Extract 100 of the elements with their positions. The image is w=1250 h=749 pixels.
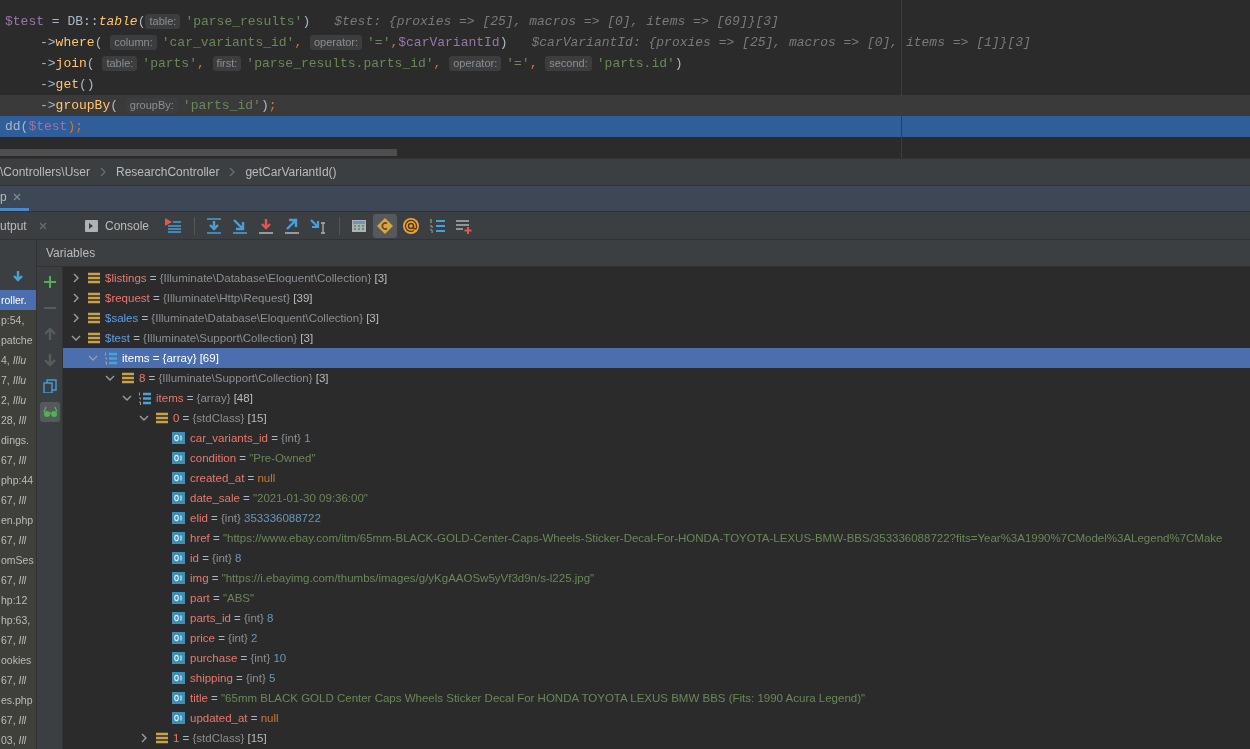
variable-row[interactable]: car_variants_id = {int} 1 (63, 428, 1250, 448)
step-out-icon (283, 216, 302, 235)
inline-debug-value: $carVariantId: {proxies => [25], macros => [0], items => [1]}[3] (531, 35, 1031, 50)
console-tab[interactable]: Console (85, 218, 150, 233)
code-text: ->groupBy( (40, 98, 120, 113)
breadcrumb-item[interactable]: \Controllers\User (0, 165, 91, 179)
stack-frame[interactable]: es.php (0, 690, 36, 710)
variable-entry: updated_at = null (190, 712, 279, 724)
variable-row[interactable]: created_at = null (63, 468, 1250, 488)
breadcrumb-item[interactable]: ResearchController (116, 165, 220, 179)
code-text: 'parts_id'); (182, 98, 277, 113)
numbered-list-icon (138, 391, 152, 405)
variable-row[interactable]: price = {int} 2 (63, 628, 1250, 648)
object-icon (87, 331, 101, 345)
variable-row[interactable]: updated_at = null (63, 708, 1250, 728)
breadcrumb-item[interactable]: getCarVariantId() (245, 165, 337, 179)
variable-row[interactable]: parts_id = {int} 8 (63, 608, 1250, 628)
stack-frame[interactable]: 67, Ill (0, 670, 36, 690)
horizontal-scrollbar[interactable] (0, 149, 397, 156)
code-text: dd($test); (5, 119, 84, 134)
chevron-right-icon[interactable] (71, 293, 81, 303)
field-icon (172, 591, 186, 605)
numbered-list-icon (428, 216, 447, 235)
field-icon (172, 431, 186, 445)
code-text: '=',$carVariantId) (367, 35, 508, 50)
stack-frame[interactable]: 67, Ill (0, 450, 36, 470)
chevron-down-icon[interactable] (71, 333, 81, 343)
close-icon[interactable] (12, 193, 21, 201)
field-icon (172, 631, 186, 645)
variable-entry: id = {int} 8 (190, 552, 242, 564)
stack-frame[interactable]: en.php (0, 510, 36, 530)
stack-frame[interactable]: 67, Ill (0, 710, 36, 730)
stack-frame[interactable]: dings. (0, 430, 36, 450)
stack-frame[interactable]: 67, Ill (0, 490, 36, 510)
variable-row[interactable]: $test = {Illuminate\Support\Collection} [3] (63, 328, 1250, 348)
chevron-right-icon[interactable] (71, 273, 81, 283)
stack-frame[interactable]: omSes (0, 550, 36, 570)
variable-row[interactable]: 1 = {stdClass} [15] (63, 728, 1250, 748)
variable-entry: price = {int} 2 (190, 632, 258, 644)
variable-row[interactable]: part = "ABS" (63, 588, 1250, 608)
variable-entry: 0 = {stdClass} [15] (173, 412, 267, 424)
variable-row[interactable]: $sales = {Illuminate\Database\Eloquent\Collection} [3] (63, 308, 1250, 328)
variable-row[interactable]: id = {int} 8 (63, 548, 1250, 568)
execution-point-icon (164, 216, 183, 235)
stack-frame[interactable]: ookies (0, 650, 36, 670)
stack-frame[interactable]: 67, Ill (0, 630, 36, 650)
stack-frame[interactable]: 67, Ill (0, 570, 36, 590)
stack-frame[interactable]: roller. (0, 290, 36, 310)
variable-row[interactable]: title = "65mm BLACK GOLD Center Caps Wheels Sticker Decal For HONDA TOYOTA LEXUS BMW BBS (Fits: 1990 Acura Legend)" (63, 688, 1250, 708)
chevron-icon (100, 167, 107, 177)
variable-row[interactable]: purchase = {int} 10 (63, 648, 1250, 668)
variable-row[interactable]: condition = "Pre-Owned" (63, 448, 1250, 468)
glasses-button[interactable] (39, 402, 60, 422)
variable-entry: items = {array} [48] (156, 392, 253, 404)
variable-entry: $test = {Illuminate\Support\Collection} [3] (105, 332, 314, 344)
variable-entry: part = "ABS" (190, 592, 255, 604)
field-icon (172, 671, 186, 685)
variable-row[interactable]: shipping = {int} 5 (63, 668, 1250, 688)
code-text: 'parse_results.parts_id', (246, 56, 443, 71)
stack-frame[interactable]: 2, Illu (0, 390, 36, 410)
variable-row[interactable]: img = "https://i.ebayimg.com/thumbs/images/g/yKgAAOSw5yVf3d9n/s-l225.jpg" (63, 568, 1250, 588)
variable-row[interactable]: 0 = {stdClass} [15] (63, 408, 1250, 428)
variable-row[interactable]: href = "https://www.ebay.com/itm/65mm-BLACK-GOLD-Center-Caps-Wheels-Sticker-Decal-For-HONDA-TOYOTA-LEXUS-BMW-BBS/353336088722?fits=Year%3A1990%7CModel%3ALegend%7CMake (63, 528, 1250, 548)
parameter-hint: table: (145, 14, 181, 29)
arrow-down-icon (42, 353, 57, 367)
stack-frame[interactable]: 28, Ill (0, 410, 36, 430)
stack-frame[interactable]: 03, Ill (0, 730, 36, 749)
variable-row[interactable]: $request = {Illuminate\Http\Request} [39] (63, 288, 1250, 308)
close-icon[interactable] (38, 221, 47, 230)
chevron-down-icon[interactable] (139, 413, 149, 423)
console-icon (85, 219, 98, 232)
chevron-down-icon[interactable] (105, 373, 115, 383)
chevron-down-icon[interactable] (122, 393, 132, 403)
variable-row[interactable]: elid = {int} 353336088722 (63, 508, 1250, 528)
variable-row[interactable]: 8 = {Illuminate\Support\Collection} [3] (63, 368, 1250, 388)
variable-row[interactable]: date_sale = "2021-01-30 09:36:00" (63, 488, 1250, 508)
step-over-icon (205, 216, 224, 235)
at-sign-icon (402, 216, 421, 235)
stack-frame[interactable]: php:44 (0, 470, 36, 490)
stack-frame[interactable]: p:54, (0, 310, 36, 330)
code-text: $test = DB::table( (5, 14, 146, 29)
chevron-right-icon[interactable] (71, 313, 81, 323)
stack-frame[interactable]: hp:12 (0, 590, 36, 610)
stack-frame[interactable]: patche (0, 330, 36, 350)
variable-row[interactable]: items = {array} [48] (63, 388, 1250, 408)
variable-entry: href = "https://www.ebay.com/itm/65mm-BLACK-GOLD-Center-Caps-Wheels-Sticker-Decal-For-HONDA-TOYOTA-LEXUS-BMW-BBS/353336088722?fits=Year%3A1990%7CModel%3ALegend%7CMake (190, 532, 1223, 544)
variable-entry: parts_id = {int} 8 (190, 612, 274, 624)
chevron-right-icon[interactable] (139, 733, 149, 743)
output-tab[interactable]: utput (0, 218, 62, 233)
field-icon (172, 691, 186, 705)
code-text: ->get() (40, 77, 95, 92)
variable-row[interactable]: items = {array} [69] (63, 348, 1250, 368)
stack-frame[interactable]: 7, Illu (0, 370, 36, 390)
object-icon (155, 411, 169, 425)
download-arrow-icon[interactable] (12, 271, 24, 284)
stack-frame[interactable]: hp:63, (0, 610, 36, 630)
variable-row[interactable]: $listings = {Illuminate\Database\Eloquent\Collection} [3] (63, 268, 1250, 288)
variable-entry: purchase = {int} 10 (190, 652, 287, 664)
stack-frame[interactable]: 4, Illu (0, 350, 36, 370)
stack-frame[interactable]: 67, Ill (0, 530, 36, 550)
